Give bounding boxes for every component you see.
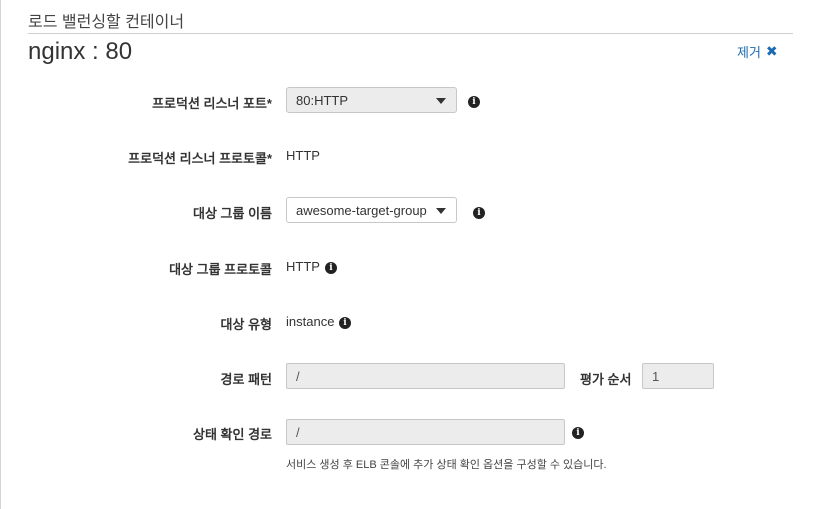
info-icon[interactable]: i	[468, 96, 480, 108]
close-icon: ✖	[765, 43, 778, 59]
section-title: 로드 밸런싱할 컨테이너	[28, 14, 185, 31]
target-type-value: instance	[286, 314, 335, 329]
path-pattern-input[interactable]: /	[286, 363, 565, 389]
info-icon[interactable]: i	[572, 427, 584, 439]
listener-protocol-value: HTTP	[286, 148, 320, 163]
target-group-name-label: 대상 그룹 이름	[193, 206, 272, 221]
evaluation-order-input[interactable]: 1	[642, 363, 714, 389]
health-check-path-label: 상태 확인 경로	[193, 427, 272, 442]
health-check-help-text: 서비스 생성 후 ELB 콘솔에 추가 상태 확인 옵션을 구성할 수 있습니다…	[286, 459, 607, 471]
path-pattern-label: 경로 패턴	[220, 372, 272, 387]
listener-port-select[interactable]: 80:HTTP	[286, 87, 457, 113]
remove-label: 제거	[737, 45, 761, 60]
info-icon[interactable]: i	[325, 262, 337, 274]
panel-left-border	[0, 0, 1, 509]
target-type-label: 대상 유형	[220, 317, 272, 332]
section-divider	[28, 33, 793, 34]
container-title: nginx : 80	[28, 38, 133, 65]
target-group-name-select[interactable]: awesome-target-group	[286, 197, 457, 223]
remove-container-button[interactable]: 제거 ✖	[737, 42, 778, 61]
target-group-protocol-value: HTTP	[286, 259, 320, 274]
listener-protocol-label: 프로덕션 리스너 프로토콜*	[128, 151, 272, 166]
target-group-name-value: awesome-target-group	[296, 202, 427, 218]
info-icon[interactable]: i	[473, 207, 485, 219]
health-check-path-input[interactable]: /	[286, 419, 565, 445]
listener-port-value: 80:HTTP	[296, 92, 349, 108]
chevron-down-icon	[436, 208, 446, 214]
listener-port-label: 프로덕션 리스너 포트*	[152, 96, 272, 111]
evaluation-order-label: 평가 순서	[580, 372, 632, 387]
target-group-protocol-label: 대상 그룹 프로토콜	[169, 262, 272, 277]
info-icon[interactable]: i	[339, 317, 351, 329]
chevron-down-icon	[436, 98, 446, 104]
